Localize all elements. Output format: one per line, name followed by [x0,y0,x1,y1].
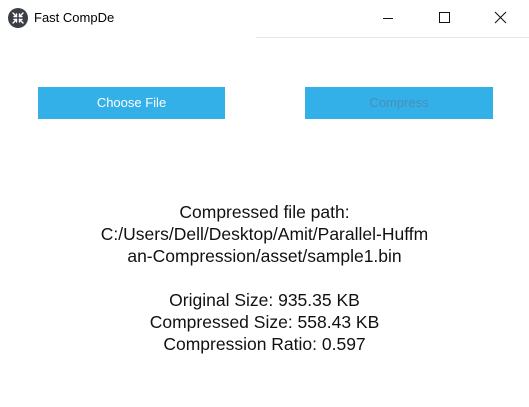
original-size-text: Original Size: 935.35 KB [169,290,360,310]
title-divider [256,37,529,38]
close-icon [494,11,507,24]
compression-ratio-text: Compression Ratio: 0.597 [163,334,366,354]
path-value-line-1: C:/Users/Dell/Desktop/Amit/Parallel-Huff… [100,224,429,244]
compressed-path-section: Compressed file path: C:/Users/Dell/Desk… [0,201,529,267]
maximize-button[interactable] [421,0,467,36]
minimize-icon [383,18,393,19]
app-logo-icon [8,8,28,28]
path-value-line-2: an-Compression/asset/sample1.bin [127,246,402,266]
compress-button[interactable]: Compress [305,87,493,119]
minimize-button[interactable] [365,0,411,36]
compressed-size-text: Compressed Size: 558.43 KB [149,312,380,332]
close-button[interactable] [477,0,523,36]
maximize-icon [439,12,450,23]
title-bar: Fast CompDe [0,0,529,36]
choose-file-button[interactable]: Choose File [38,87,225,119]
path-heading: Compressed file path: [179,202,350,222]
window-title: Fast CompDe [34,10,115,25]
compression-stats-section: Original Size: 935.35 KB Compressed Size… [0,289,529,355]
